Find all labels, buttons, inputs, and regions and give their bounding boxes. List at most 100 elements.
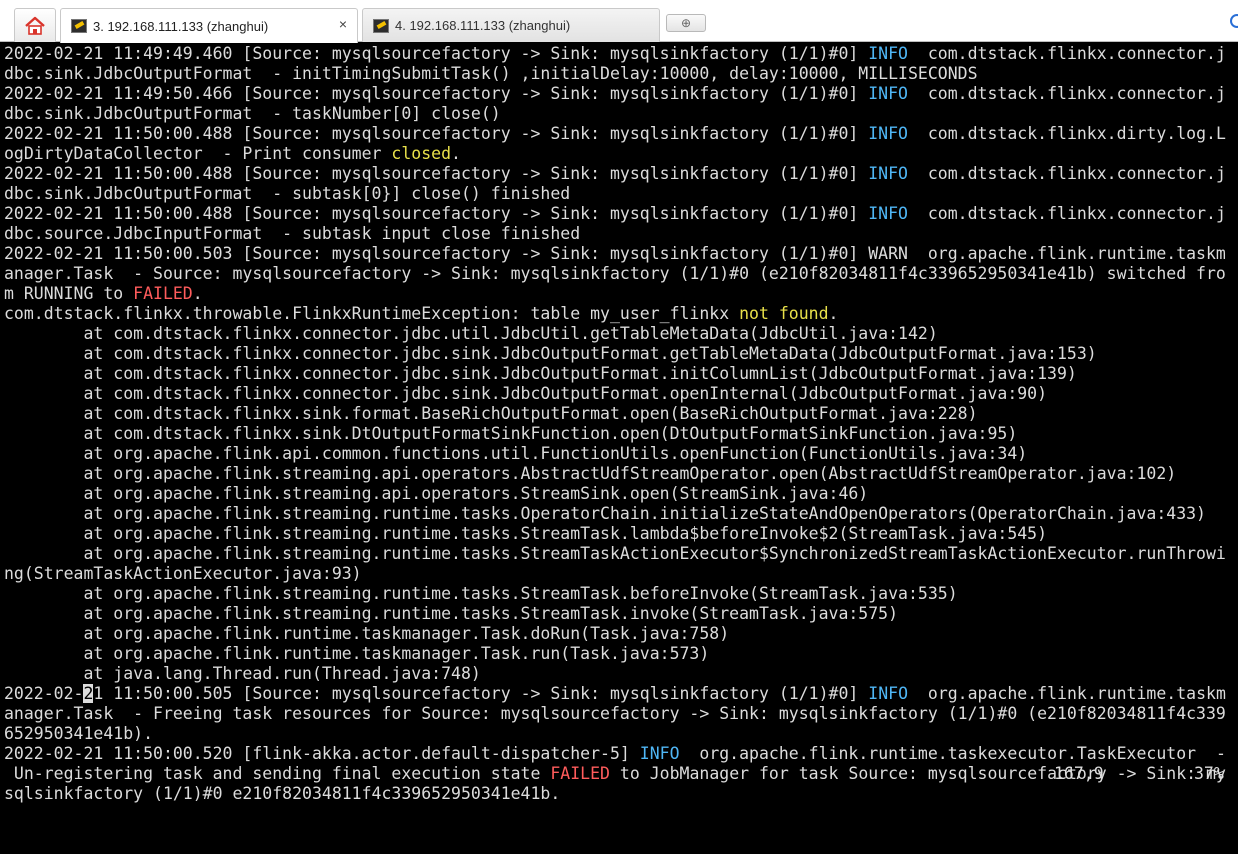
terminal-text: Un-registering task and sending final ex… [4,764,551,783]
close-icon[interactable]: × [339,16,347,32]
terminal-text: com.dtstack.flinkx.connector.j [908,44,1226,63]
terminal-text: anager.Task - Freeing task resources for… [4,704,1226,723]
terminal-line: 652950341e41b). [4,724,1238,744]
terminal-line: 2022-02-21 11:50:00.488 [Source: mysqlso… [4,164,1238,184]
terminal-line: at org.apache.flink.streaming.api.operat… [4,484,1238,504]
tab-bar: 3. 192.168.111.133 (zhanghui) × 4. 192.1… [0,0,1238,43]
terminal-line: 2022-02-21 11:49:50.466 [Source: mysqlso… [4,84,1238,104]
terminal-line: at com.dtstack.flinkx.connector.jdbc.sin… [4,344,1238,364]
terminal-text: at org.apache.flink.streaming.runtime.ta… [4,504,1206,523]
terminal-line: at com.dtstack.flinkx.sink.format.BaseRi… [4,404,1238,424]
terminal-line: m RUNNING to FAILED. [4,284,1238,304]
terminal-output[interactable]: 2022-02-21 11:49:49.460 [Source: mysqlso… [0,42,1238,854]
terminal-text: org.apache.flink.runtime.taskm [908,684,1226,703]
home-button[interactable] [14,8,56,42]
terminal-text: dbc.sink.JdbcOutputFormat - taskNumber[0… [4,104,501,123]
terminal-text: 2022-02-21 11:50:00.503 [Source: mysqlso… [4,244,1226,263]
new-tab-button[interactable]: ⊕ [666,14,706,32]
home-icon [25,16,45,35]
terminal-text: at com.dtstack.flinkx.connector.jdbc.sin… [4,344,1097,363]
terminal-text: to JobManager for task Source: mysqlsour… [609,764,1226,783]
menu-corner-icon[interactable] [1230,14,1238,28]
terminal-line: at org.apache.flink.runtime.taskmanager.… [4,624,1238,644]
terminal-icon [71,19,87,33]
terminal-text: at com.dtstack.flinkx.sink.format.BaseRi… [4,404,978,423]
terminal-text: at org.apache.flink.streaming.runtime.ta… [4,604,899,623]
terminal-text: at org.apache.flink.streaming.runtime.ta… [4,544,1226,563]
terminal-text: INFO [868,44,908,63]
terminal-text: INFO [639,744,680,763]
terminal-text: at com.dtstack.flinkx.connector.jdbc.uti… [4,324,938,343]
terminal-text: 2022-02-21 11:50:00.488 [Source: mysqlso… [4,204,869,223]
terminal-line: 2022-02-21 11:49:49.460 [Source: mysqlso… [4,44,1238,64]
terminal-line: at com.dtstack.flinkx.connector.jdbc.sin… [4,384,1238,404]
terminal-line: at org.apache.flink.runtime.taskmanager.… [4,644,1238,664]
terminal-text: dbc.source.JdbcInputFormat - subtask inp… [4,224,581,243]
terminal-line: sqlsinkfactory (1/1)#0 e210f82034811f4c3… [4,784,1238,804]
terminal-line: dbc.sink.JdbcOutputFormat - taskNumber[0… [4,104,1238,124]
terminal-line: 2022-02-21 11:50:00.488 [Source: mysqlso… [4,204,1238,224]
terminal-line: at com.dtstack.flinkx.connector.jdbc.sin… [4,364,1238,384]
plus-icon: ⊕ [680,16,692,30]
terminal-line: at org.apache.flink.streaming.runtime.ta… [4,584,1238,604]
terminal-text: 2022-02-21 11:49:49.460 [Source: mysqlso… [4,44,869,63]
terminal-text: INFO [868,124,908,143]
terminal-line: anager.Task - Source: mysqlsourcefactory… [4,264,1238,284]
terminal-line: at org.apache.flink.streaming.runtime.ta… [4,504,1238,524]
tab-session-3[interactable]: 3. 192.168.111.133 (zhanghui) × [60,8,358,43]
terminal-text: dbc.sink.JdbcOutputFormat - subtask[0}] … [4,184,571,203]
terminal-line: 2022-02-21 11:50:00.503 [Source: mysqlso… [4,244,1238,264]
terminal-text: ng(StreamTaskActionExecutor.java:93) [4,564,362,583]
cursor-position: 167,9 [1054,764,1104,783]
terminal-text: FAILED [550,764,610,783]
terminal-text: 1 11:50:00.505 [Source: mysqlsourcefacto… [93,684,869,703]
terminal-text: INFO [868,84,908,103]
terminal-text: 2022-02- [4,684,84,703]
terminal-text: INFO [868,684,909,703]
terminal-text: at org.apache.flink.streaming.api.operat… [4,464,1177,483]
terminal-line: 2022-02-21 11:50:00.505 [Source: mysqlso… [4,684,1238,704]
terminal-text: m RUNNING to [4,284,134,303]
tab-session-4[interactable]: 4. 192.168.111.133 (zhanghui) [362,8,660,42]
terminal-text: at java.lang.Thread.run(Thread.java:748) [4,664,481,683]
terminal-text: com.dtstack.flinkx.connector.j [908,164,1226,183]
terminal-line: dbc.source.JdbcInputFormat - subtask inp… [4,224,1238,244]
terminal-text: com.dtstack.flinkx.connector.j [908,84,1226,103]
terminal-line: com.dtstack.flinkx.throwable.FlinkxRunti… [4,304,1238,324]
terminal-text: 652950341e41b). [4,724,154,743]
terminal-text: 2022-02-21 11:49:50.466 [Source: mysqlso… [4,84,869,103]
terminal-text: not found [739,304,829,323]
terminal-text: 2022-02-21 11:50:00.520 [flink-akka.acto… [4,744,640,763]
terminal-line: ogDirtyDataCollector - Print consumer cl… [4,144,1238,164]
terminal-text: at org.apache.flink.streaming.api.operat… [4,484,869,503]
terminal-text: at org.apache.flink.runtime.taskmanager.… [4,624,730,643]
terminal-text: at org.apache.flink.streaming.runtime.ta… [4,524,1048,543]
terminal-line: at java.lang.Thread.run(Thread.java:748) [4,664,1238,684]
terminal-line: 2022-02-21 11:50:00.520 [flink-akka.acto… [4,744,1238,764]
terminal-text: 2022-02-21 11:50:00.488 [Source: mysqlso… [4,124,869,143]
terminal-text: INFO [868,164,908,183]
terminal-text: . [451,144,461,163]
terminal-line: at org.apache.flink.streaming.runtime.ta… [4,604,1238,624]
terminal-text: at com.dtstack.flinkx.connector.jdbc.sin… [4,384,1048,403]
terminal-text: at org.apache.flink.streaming.runtime.ta… [4,584,958,603]
terminal-line: at org.apache.flink.streaming.runtime.ta… [4,544,1238,564]
terminal-text: dbc.sink.JdbcOutputFormat - initTimingSu… [4,64,978,83]
terminal-line: Un-registering task and sending final ex… [4,764,1238,784]
terminal-text: anager.Task - Source: mysqlsourcefactory… [4,264,1226,283]
terminal-text: at com.dtstack.flinkx.connector.jdbc.sin… [4,364,1077,383]
terminal-line: dbc.sink.JdbcOutputFormat - subtask[0}] … [4,184,1238,204]
scroll-percent: 37% [1194,764,1224,783]
terminal-text: at com.dtstack.flinkx.sink.DtOutputForma… [4,424,1018,443]
text-cursor: 2 [83,684,94,703]
terminal-text: com.dtstack.flinkx.dirty.log.L [908,124,1226,143]
terminal-text: org.apache.flink.runtime.taskexecutor.Ta… [679,744,1226,763]
terminal-text: 2022-02-21 11:50:00.488 [Source: mysqlso… [4,164,869,183]
terminal-text: at org.apache.flink.runtime.taskmanager.… [4,644,710,663]
terminal-text: ogDirtyDataCollector - Print consumer [4,144,392,163]
terminal-icon [373,18,389,33]
terminal-text: . [828,304,839,323]
terminal-text: sqlsinkfactory (1/1)#0 e210f82034811f4c3… [4,784,561,803]
terminal-line: at org.apache.flink.streaming.api.operat… [4,464,1238,484]
terminal-line: at org.apache.flink.api.common.functions… [4,444,1238,464]
